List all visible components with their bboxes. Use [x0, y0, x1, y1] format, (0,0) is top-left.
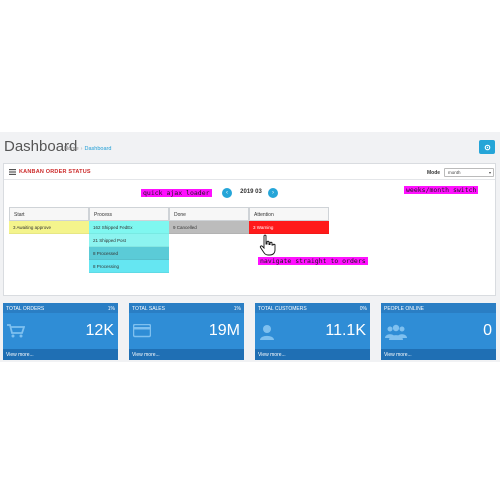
stat-card-header: TOTAL ORDERS 1%	[3, 303, 118, 313]
kanban-column-header: Process	[89, 207, 169, 221]
kanban-panel-header: KANBAN ORDER STATUS Mode month ▾	[4, 164, 495, 180]
stat-card-customers: TOTAL CUSTOMERS 0% 11.1K View more...	[255, 303, 370, 360]
stat-value: 11.1K	[325, 322, 366, 339]
kanban-column-header: Start	[9, 207, 89, 221]
kanban-card[interactable]: 8 Processed	[89, 247, 169, 260]
breadcrumb-dashboard[interactable]: Dashboard	[85, 146, 112, 152]
kanban-card[interactable]: 21 Shipped Post	[89, 234, 169, 247]
prev-period-button[interactable]: ‹	[222, 188, 232, 198]
stat-title: TOTAL CUSTOMERS	[258, 306, 307, 312]
stat-value: 0	[483, 322, 492, 339]
stat-card-sales: TOTAL SALES 1% 19M View more...	[129, 303, 244, 360]
period-label: 2019 03	[240, 189, 262, 195]
stat-pct: 1%	[233, 306, 241, 312]
stat-title: TOTAL SALES	[132, 306, 165, 312]
people-icon	[385, 324, 407, 340]
user-icon	[260, 325, 274, 340]
stat-view-more-link[interactable]: View more...	[255, 349, 370, 360]
kanban-card[interactable]: 3 Warning	[249, 221, 329, 234]
callout-mode-switch: weeks/month switch	[404, 186, 479, 194]
callout-ajax-loader: quick ajax loader	[141, 189, 212, 197]
stat-card-body: 12K	[3, 313, 118, 349]
stat-pct: 1%	[107, 306, 115, 312]
kanban-column-attention: Attention 3 Warning	[249, 207, 329, 234]
hand-pointer-icon	[259, 234, 276, 256]
stat-title: PEOPLE ONLINE	[384, 306, 425, 312]
chevron-right-icon: ›	[272, 190, 274, 196]
mode-select[interactable]: month ▾	[444, 168, 494, 177]
kanban-card[interactable]: 8 Processing	[89, 260, 169, 273]
stat-card-body: 19M	[129, 313, 244, 349]
kanban-card[interactable]: 9 Cancelled	[169, 221, 249, 234]
mode-label: Mode	[427, 170, 441, 176]
stat-card-body: 11.1K	[255, 313, 370, 349]
stat-card-body: 0	[381, 313, 496, 349]
breadcrumb-home[interactable]: Home	[64, 146, 79, 152]
chevron-left-icon: ‹	[226, 190, 228, 196]
stat-card-header: PEOPLE ONLINE	[381, 303, 496, 313]
kanban-column-done: Done 9 Cancelled	[169, 207, 249, 234]
gear-icon	[484, 144, 490, 150]
stat-card-online: PEOPLE ONLINE 0 View more...	[381, 303, 496, 360]
credit-card-icon	[133, 324, 151, 338]
kanban-column-start: Start 3 Awaiting approve	[9, 207, 89, 234]
kanban-title: KANBAN ORDER STATUS	[19, 169, 91, 175]
callout-orders-link: navigate straight to orders	[258, 257, 368, 265]
list-icon	[9, 169, 16, 175]
kanban-card[interactable]: 162 Shipped FedEx	[89, 221, 169, 234]
kanban-column-process: Process 162 Shipped FedEx 21 Shipped Pos…	[89, 207, 169, 273]
settings-button[interactable]	[479, 140, 495, 154]
stat-view-more-link[interactable]: View more...	[381, 349, 496, 360]
chevron-down-icon: ▾	[488, 170, 491, 175]
stat-view-more-link[interactable]: View more...	[3, 349, 118, 360]
stat-value: 19M	[208, 322, 240, 339]
kanban-card[interactable]: 3 Awaiting approve	[9, 221, 89, 234]
stat-value: 12K	[85, 322, 114, 339]
stat-title: TOTAL ORDERS	[6, 306, 45, 312]
stat-card-header: TOTAL SALES 1%	[129, 303, 244, 313]
next-period-button[interactable]: ›	[268, 188, 278, 198]
period-nav: ‹ 2019 03 ›	[222, 188, 278, 198]
kanban-column-header: Done	[169, 207, 249, 221]
stat-card-header: TOTAL CUSTOMERS 0%	[255, 303, 370, 313]
kanban-column-header: Attention	[249, 207, 329, 221]
stat-card-orders: TOTAL ORDERS 1% 12K View more...	[3, 303, 118, 360]
mode-select-value: month	[448, 170, 461, 175]
cart-icon	[7, 324, 25, 338]
breadcrumb: Home › Dashboard	[64, 146, 112, 152]
stat-pct: 0%	[359, 306, 367, 312]
stat-view-more-link[interactable]: View more...	[129, 349, 244, 360]
